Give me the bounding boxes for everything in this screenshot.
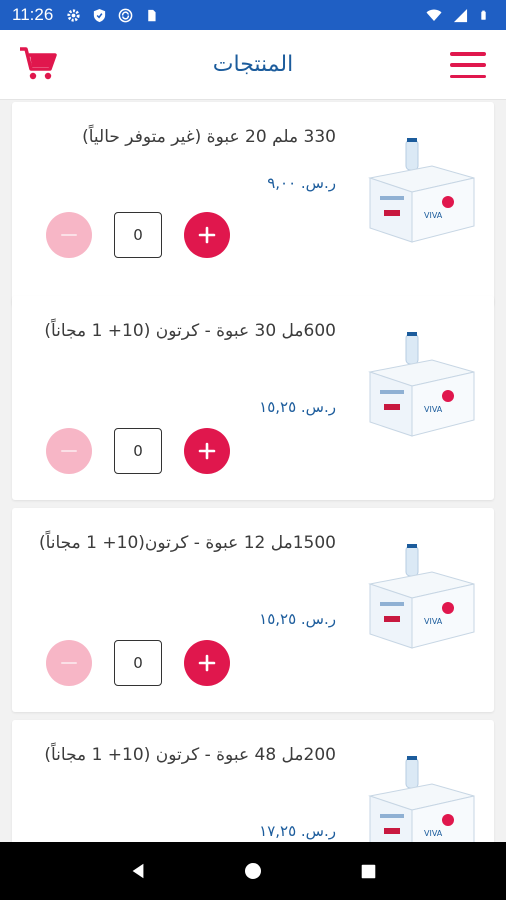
- product-card[interactable]: VIVA 1500مل 12 عبوة - كرتون(10+ 1 مجاناً…: [12, 508, 494, 712]
- quantity-stepper: 0: [46, 212, 236, 258]
- product-image: VIVA: [362, 754, 476, 842]
- product-image: VIVA: [362, 542, 476, 652]
- status-bar: 11:26: [0, 0, 506, 30]
- signal-icon: [452, 7, 468, 23]
- product-card[interactable]: VIVA 600مل 30 عبوة - كرتون (10+ 1 مجاناً…: [12, 296, 494, 500]
- product-card[interactable]: VIVA 330 ملم 20 عبوة (غير متوفر حالياً) …: [12, 102, 494, 306]
- sim-icon: [143, 7, 159, 23]
- product-name: 1500مل 12 عبوة - كرتون(10+ 1 مجاناً): [38, 533, 336, 553]
- product-card[interactable]: VIVA 200مل 48 عبوة - كرتون (10+ 1 مجاناً…: [12, 720, 494, 842]
- svg-text:VIVA: VIVA: [424, 211, 443, 220]
- svg-text:VIVA: VIVA: [424, 829, 443, 838]
- status-time: 11:26: [12, 5, 54, 24]
- system-nav-bar: [0, 842, 506, 900]
- shield-icon: [91, 7, 107, 23]
- sync-icon: [117, 7, 133, 23]
- increase-button[interactable]: [184, 212, 230, 258]
- plus-icon: [198, 226, 216, 244]
- quantity-field[interactable]: 0: [114, 640, 162, 686]
- increase-button[interactable]: [184, 640, 230, 686]
- wifi-icon: [426, 7, 442, 23]
- product-image: VIVA: [362, 136, 476, 246]
- product-price: ر.س. ١٥,٢٥: [259, 610, 336, 628]
- product-image: VIVA: [362, 330, 476, 440]
- product-name: 200مل 48 عبوة - كرتون (10+ 1 مجاناً): [44, 745, 336, 765]
- quantity-field[interactable]: 0: [114, 212, 162, 258]
- app-bar: المنتجات: [0, 30, 506, 100]
- gear-icon: [65, 7, 81, 23]
- decrease-button[interactable]: [46, 640, 92, 686]
- battery-icon: [478, 7, 494, 23]
- product-price: ر.س. ٩,٠٠: [267, 174, 336, 192]
- page-title: المنتجات: [212, 52, 294, 77]
- product-list: VIVA 330 ملم 20 عبوة (غير متوفر حالياً) …: [0, 100, 506, 842]
- product-price: ر.س. ١٧,٢٥: [259, 822, 336, 840]
- quantity-stepper: 0: [46, 428, 236, 474]
- quantity-stepper: 0: [46, 640, 236, 686]
- increase-button[interactable]: [184, 428, 230, 474]
- product-name: 600مل 30 عبوة - كرتون (10+ 1 مجاناً): [44, 321, 336, 341]
- product-name: 330 ملم 20 عبوة (غير متوفر حالياً): [82, 127, 336, 147]
- home-icon[interactable]: [241, 859, 265, 883]
- decrease-button[interactable]: [46, 428, 92, 474]
- back-icon[interactable]: [126, 859, 150, 883]
- quantity-field[interactable]: 0: [114, 428, 162, 474]
- recents-icon[interactable]: [356, 859, 380, 883]
- plus-icon: [198, 442, 216, 460]
- menu-icon[interactable]: [450, 52, 486, 78]
- plus-icon: [198, 654, 216, 672]
- svg-text:VIVA: VIVA: [424, 617, 443, 626]
- svg-text:VIVA: VIVA: [424, 405, 443, 414]
- cart-icon[interactable]: [18, 46, 58, 82]
- decrease-button[interactable]: [46, 212, 92, 258]
- product-price: ر.س. ١٥,٢٥: [259, 398, 336, 416]
